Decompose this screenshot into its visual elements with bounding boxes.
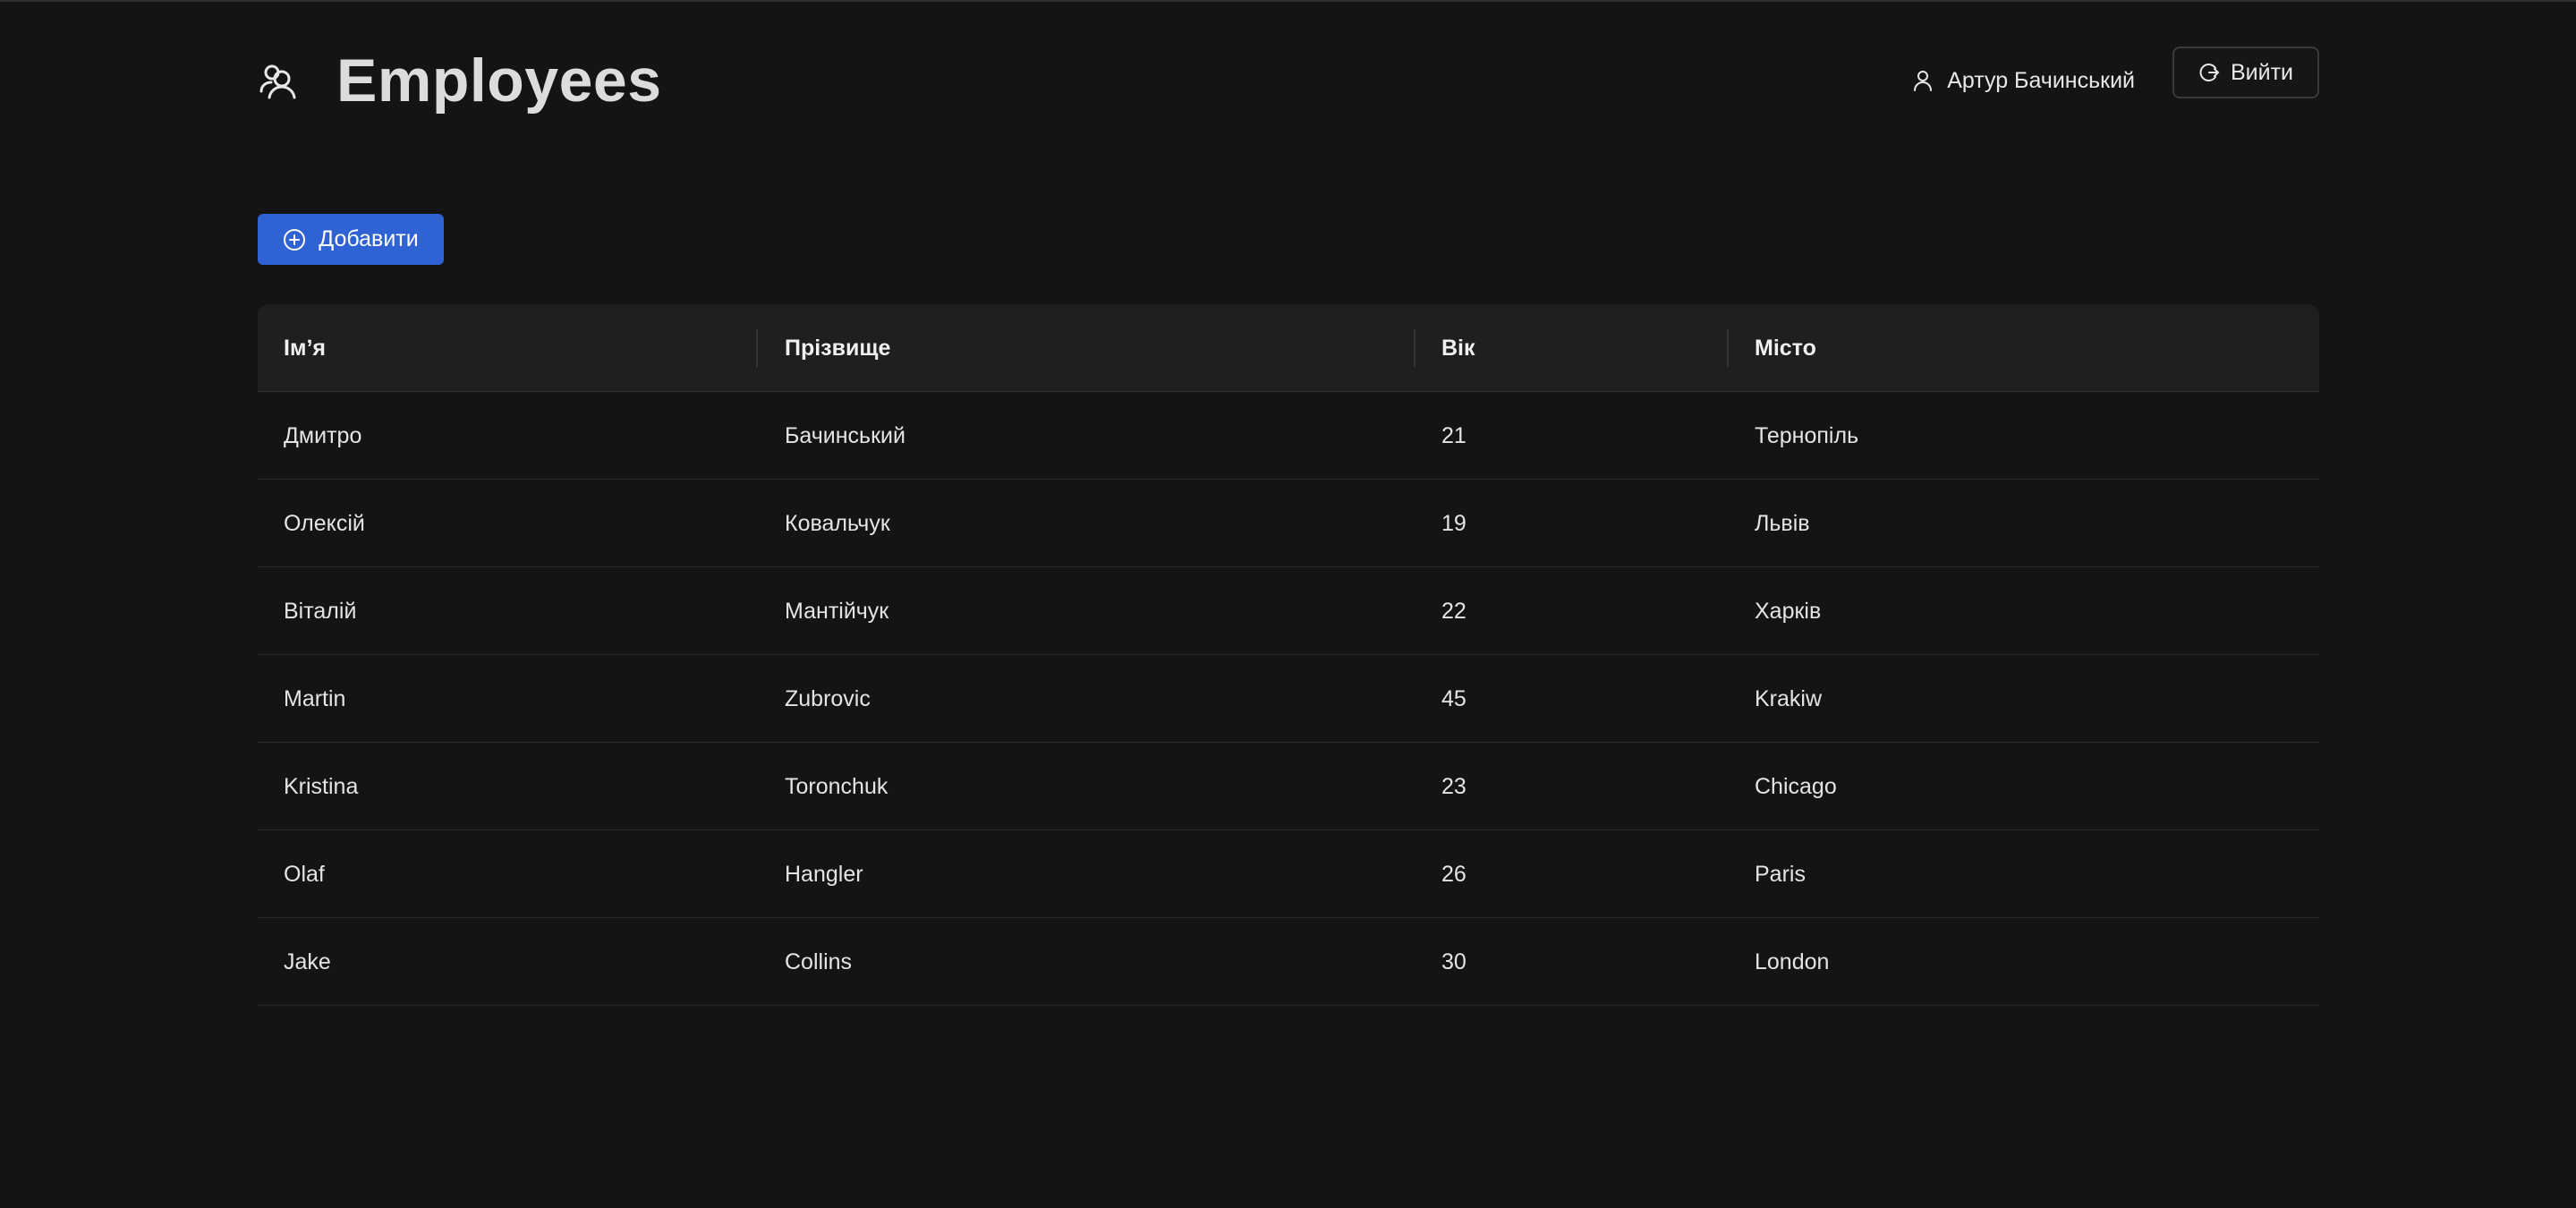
table-row[interactable]: Дмитро Бачинський 21 Тернопіль <box>258 392 2319 480</box>
cell-last-name: Бачинський <box>785 422 905 448</box>
cell-first-name: Дмитро <box>284 422 362 448</box>
column-separator <box>1414 329 1416 367</box>
cell-city: Krakiw <box>1755 685 1823 711</box>
cell-last-name: Мантійчук <box>785 598 889 624</box>
logout-label: Вийти <box>2230 59 2294 85</box>
column-header-age[interactable]: Вік <box>1441 304 1475 392</box>
cell-city: Харків <box>1755 598 1822 624</box>
cell-first-name: Martin <box>284 685 346 711</box>
column-header-first-name[interactable]: Імʼя <box>284 304 326 392</box>
cell-city: Тернопіль <box>1755 422 1859 448</box>
cell-city: Львів <box>1755 510 1810 536</box>
add-button[interactable]: Добавити <box>258 214 444 265</box>
column-header-last-name[interactable]: Прізвище <box>785 304 890 392</box>
cell-last-name: Zubrovic <box>785 685 871 711</box>
top-border <box>0 0 2576 2</box>
cell-age: 19 <box>1441 510 1467 536</box>
cell-city: Paris <box>1755 861 1806 887</box>
cell-age: 26 <box>1441 861 1467 887</box>
logout-icon <box>2198 62 2220 83</box>
table-row[interactable]: Kristina Toronchuk 23 Chicago <box>258 743 2319 830</box>
table-row[interactable]: Віталій Мантійчук 22 Харків <box>258 567 2319 655</box>
cell-city: London <box>1755 949 1830 974</box>
column-separator <box>1727 329 1729 367</box>
cell-age: 21 <box>1441 422 1467 448</box>
cell-first-name: Олексій <box>284 510 365 536</box>
table-header: Імʼя Прізвище Вік Місто <box>258 304 2319 392</box>
brand: Employees <box>258 47 662 115</box>
cell-age: 30 <box>1441 949 1467 974</box>
cell-last-name: Hangler <box>785 861 863 887</box>
current-user[interactable]: Артур Бачинський <box>1911 61 2135 100</box>
cell-first-name: Віталій <box>284 598 357 624</box>
cell-last-name: Collins <box>785 949 853 974</box>
add-label: Добавити <box>319 226 419 251</box>
logout-button[interactable]: Вийти <box>2172 47 2319 98</box>
cell-age: 22 <box>1441 598 1467 624</box>
cell-age: 45 <box>1441 685 1467 711</box>
page-header: Employees Артур Бачинський Вийти <box>258 45 2319 116</box>
table-row[interactable]: Martin Zubrovic 45 Krakiw <box>258 655 2319 743</box>
user-name: Артур Бачинський <box>1947 67 2135 93</box>
cell-first-name: Olaf <box>284 861 325 887</box>
cell-first-name: Kristina <box>284 773 359 799</box>
column-separator <box>756 329 758 367</box>
table-row[interactable]: Олексій Ковальчук 19 Львів <box>258 480 2319 567</box>
page-title: Employees <box>336 47 662 115</box>
user-icon <box>1911 69 1934 92</box>
cell-last-name: Ковальчук <box>785 510 890 536</box>
plus-circle-icon <box>283 228 306 251</box>
table-row[interactable]: Jake Collins 30 London <box>258 918 2319 1006</box>
cell-age: 23 <box>1441 773 1467 799</box>
column-header-city[interactable]: Місто <box>1755 304 1816 392</box>
table-row[interactable]: Olaf Hangler 26 Paris <box>258 830 2319 918</box>
employees-table: Імʼя Прізвище Вік Місто Дмитро Бачинськи… <box>258 304 2319 1006</box>
users-icon <box>258 59 301 102</box>
cell-city: Chicago <box>1755 773 1837 799</box>
cell-first-name: Jake <box>284 949 331 974</box>
cell-last-name: Toronchuk <box>785 773 888 799</box>
